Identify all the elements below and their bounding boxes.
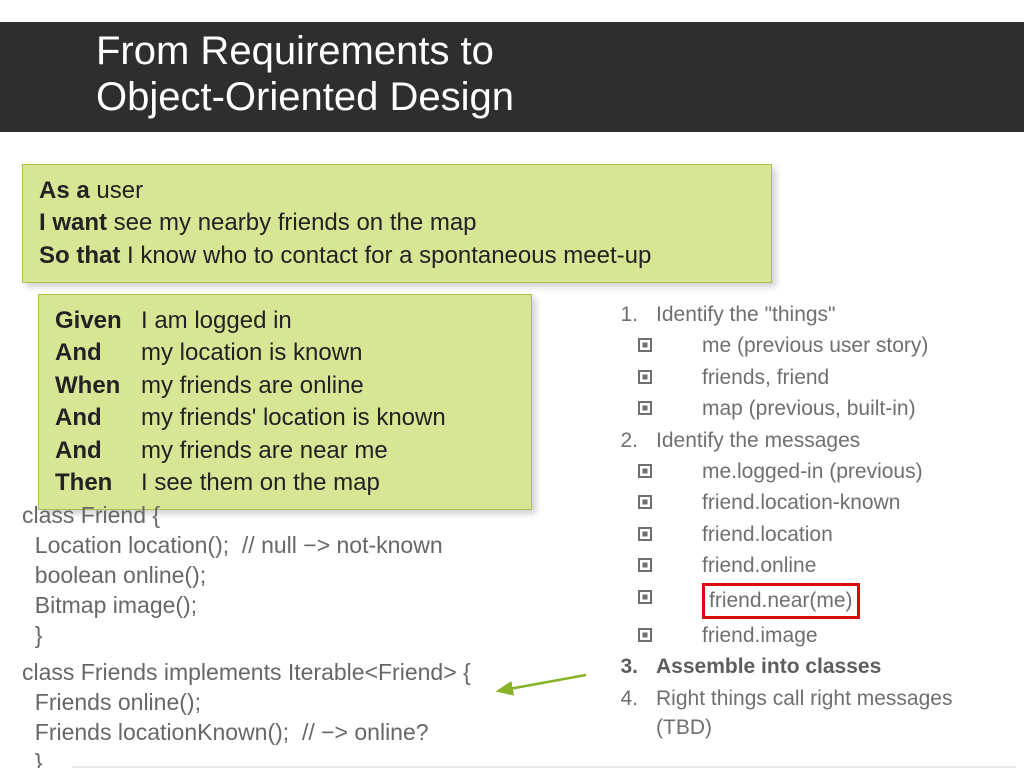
arrow-icon [490, 669, 590, 699]
acceptance-criteria-box: GivenI am logged inAndmy location is kno… [38, 294, 532, 510]
criteria-keyword: And [55, 435, 141, 467]
criteria-keyword: And [55, 402, 141, 434]
code-friend-class: class Friend { Location location(); // n… [22, 501, 443, 650]
hollow-square-bullet-icon [638, 363, 702, 392]
criteria-row: ThenI see them on the map [55, 467, 515, 499]
step-number: 2. [592, 426, 656, 455]
step-row: 4.Right things call right messages (TBD) [592, 684, 1006, 743]
hollow-square-bullet-icon [638, 583, 702, 619]
step-text: Assemble into classes [656, 652, 1006, 681]
sub-step-text: friend.near(me) [702, 583, 1006, 619]
criteria-text: I am logged in [141, 305, 515, 337]
step-number: 4. [592, 684, 656, 743]
criteria-text: my friends are near me [141, 435, 515, 467]
sub-step-row: map (previous, built-in) [592, 394, 1006, 423]
hollow-square-bullet-icon [638, 488, 702, 517]
code-friends-class: class Friends implements Iterable<Friend… [22, 658, 471, 768]
story-as-a: As a user [39, 175, 755, 207]
criteria-row: Whenmy friends are online [55, 370, 515, 402]
story-i-want: I want see my nearby friends on the map [39, 207, 755, 239]
criteria-row: Andmy location is known [55, 337, 515, 369]
story-so-that-label: So that [39, 242, 127, 269]
step-row: 3.Assemble into classes [592, 652, 1006, 681]
sub-step-row: friends, friend [592, 363, 1006, 392]
criteria-keyword: When [55, 370, 141, 402]
criteria-keyword: Then [55, 467, 141, 499]
sub-step-text: friend.location [702, 520, 1006, 549]
criteria-row: Andmy friends' location is known [55, 402, 515, 434]
sub-step-text: me.logged-in (previous) [702, 457, 1006, 486]
sub-step-row: friend.image [592, 621, 1006, 650]
sub-step-text: friend.location-known [702, 488, 1006, 517]
step-text: Identify the messages [656, 426, 1006, 455]
criteria-text: my friends are online [141, 370, 515, 402]
sub-step-text: friend.image [702, 621, 1006, 650]
hollow-square-bullet-icon [638, 621, 702, 650]
sub-step-text: me (previous user story) [702, 331, 1006, 360]
step-number: 3. [592, 652, 656, 681]
hollow-square-bullet-icon [638, 457, 702, 486]
criteria-text: I see them on the map [141, 467, 515, 499]
step-text: Identify the "things" [656, 300, 1006, 329]
story-so-that: So that I know who to contact for a spon… [39, 240, 755, 272]
story-as-a-label: As a [39, 177, 96, 204]
criteria-text: my location is known [141, 337, 515, 369]
sub-step-row: friend.location [592, 520, 1006, 549]
sub-step-text: friend.online [702, 551, 1006, 580]
sub-step-row: me (previous user story) [592, 331, 1006, 360]
design-steps-list: 1.Identify the "things"me (previous user… [592, 300, 1006, 744]
criteria-text: my friends' location is known [141, 402, 515, 434]
sub-step-row: friend.location-known [592, 488, 1006, 517]
criteria-row: Andmy friends are near me [55, 435, 515, 467]
criteria-row: GivenI am logged in [55, 305, 515, 337]
step-row: 1.Identify the "things" [592, 300, 1006, 329]
sub-step-text: friends, friend [702, 363, 1006, 392]
hollow-square-bullet-icon [638, 551, 702, 580]
step-row: 2.Identify the messages [592, 426, 1006, 455]
criteria-keyword: Given [55, 305, 141, 337]
sub-step-row: me.logged-in (previous) [592, 457, 1006, 486]
sub-step-text: map (previous, built-in) [702, 394, 1006, 423]
story-i-want-rest: see my nearby friends on the map [114, 209, 477, 236]
title-line-2: Object-Oriented Design [96, 74, 1024, 120]
slide-title: From Requirements to Object-Oriented Des… [0, 22, 1024, 132]
step-number: 1. [592, 300, 656, 329]
highlighted-message: friend.near(me) [702, 583, 860, 619]
user-story-box: As a user I want see my nearby friends o… [22, 164, 772, 283]
story-i-want-label: I want [39, 209, 114, 236]
hollow-square-bullet-icon [638, 331, 702, 360]
step-text: Right things call right messages (TBD) [656, 684, 1006, 743]
story-so-that-rest: I know who to contact for a spontaneous … [127, 242, 651, 269]
sub-step-row: friend.online [592, 551, 1006, 580]
hollow-square-bullet-icon [638, 394, 702, 423]
hollow-square-bullet-icon [638, 520, 702, 549]
story-as-a-rest: user [96, 177, 143, 204]
title-line-1: From Requirements to [96, 28, 1024, 74]
sub-step-row: friend.near(me) [592, 583, 1006, 619]
criteria-keyword: And [55, 337, 141, 369]
